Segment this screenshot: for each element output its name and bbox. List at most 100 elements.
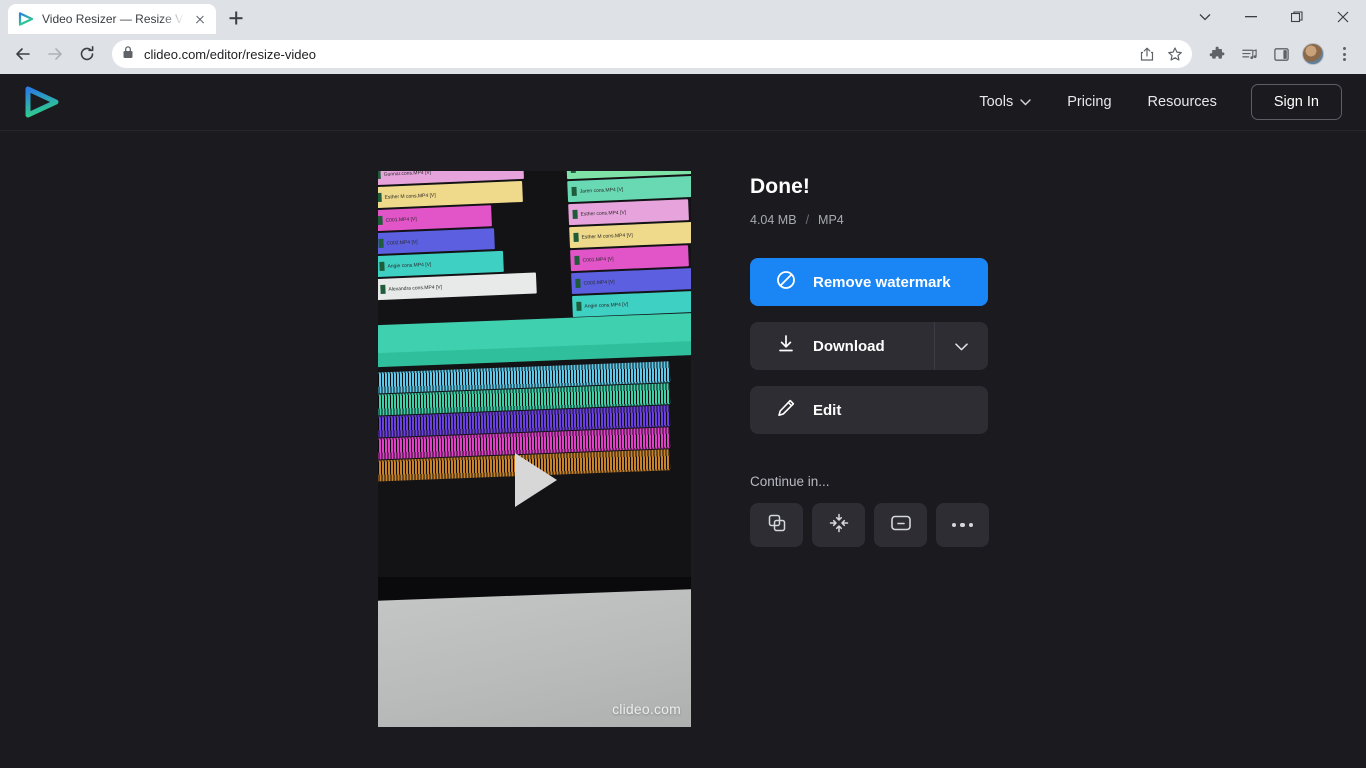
clip-label: Jaren cons.MP4 [V]	[579, 186, 624, 195]
browser-chrome: Video Resizer — Resize Video On...	[0, 0, 1366, 74]
main-nav: Tools Pricing Resources Sign In	[961, 84, 1342, 120]
video-frame-timeline: Gunnar.cons.MP4 [V] Esther M cons.MP4 [V]…	[378, 171, 691, 585]
watermark-label: clideo.com	[612, 701, 681, 717]
back-arrow-icon[interactable]	[8, 39, 38, 69]
clideo-play-icon	[18, 11, 34, 27]
edit-label: Edit	[813, 401, 842, 419]
minimize-button[interactable]	[1228, 0, 1274, 34]
page-body: Tools Pricing Resources Sign In Gunnar.c…	[0, 74, 1366, 768]
clip-marker-icon	[379, 261, 385, 271]
clip-label: Angie cons.MP4 [V]	[584, 301, 629, 310]
timeline-clip: Esther M cons.MP4 [V]	[378, 180, 523, 209]
clip-label: Esther M cons.MP4 [V]	[581, 232, 633, 241]
pencil-icon	[776, 398, 796, 422]
main-content: Gunnar.cons.MP4 [V] Esther M cons.MP4 [V]…	[0, 131, 1366, 727]
close-icon[interactable]	[192, 11, 208, 27]
more-dots-icon	[951, 522, 974, 528]
video-preview[interactable]: Gunnar.cons.MP4 [V] Esther M cons.MP4 [V]…	[378, 171, 691, 727]
clip-marker-icon	[576, 301, 582, 311]
file-size: 4.04 MB	[750, 213, 797, 227]
clip-label: Angie cons.MP4 [V]	[387, 261, 432, 270]
chevron-down-icon	[955, 338, 968, 355]
browser-toolbar: clideo.com/editor/resize-video	[0, 34, 1366, 74]
clip-marker-icon	[380, 284, 386, 294]
omnibox-actions	[1134, 40, 1188, 68]
clip-label: Esther cons.MP4 [V]	[580, 209, 627, 218]
timeline-clip: Jaren cons.MP4 [V]	[567, 175, 691, 203]
clip-label: C001.MP4 [V]	[582, 255, 614, 264]
timeline-clips-left: Gunnar.cons.MP4 [V] Esther M cons.MP4 [V]…	[378, 171, 537, 301]
file-meta: 4.04 MB / MP4	[750, 213, 1050, 227]
more-tools-button[interactable]	[936, 503, 989, 547]
video-frame-wall: clideo.com	[378, 577, 691, 727]
nav-item-resources[interactable]: Resources	[1130, 86, 1235, 118]
extension-icons	[1202, 39, 1358, 69]
kebab-menu-icon[interactable]	[1330, 39, 1358, 69]
play-icon[interactable]	[507, 449, 563, 511]
lock-icon	[122, 45, 134, 64]
url-text: clideo.com/editor/resize-video	[144, 46, 316, 62]
star-icon[interactable]	[1162, 41, 1188, 67]
reload-icon[interactable]	[72, 39, 102, 69]
clip-marker-icon	[378, 171, 381, 180]
timeline-clip: C002.MP4 [V]	[571, 268, 691, 295]
clip-marker-icon	[571, 186, 577, 197]
compress-video-button[interactable]	[812, 503, 865, 547]
download-button[interactable]: Download	[750, 322, 988, 370]
timeline-clip: Alexandra cons.MP4 [V]	[378, 272, 537, 301]
no-entry-icon	[776, 270, 796, 294]
tab-title: Video Resizer — Resize Video On...	[42, 12, 184, 26]
window-controls	[1182, 0, 1366, 34]
remove-watermark-button[interactable]: Remove watermark	[750, 258, 988, 306]
merge-video-button[interactable]	[750, 503, 803, 547]
clip-label: C002.MP4 [V]	[583, 278, 615, 287]
download-label: Download	[813, 337, 885, 355]
nav-item-pricing[interactable]: Pricing	[1049, 86, 1129, 118]
file-format: MP4	[818, 213, 844, 227]
clip-marker-icon	[378, 238, 384, 249]
timeline-clip: Esther cons.MP4 [V]	[568, 199, 689, 226]
maximize-button[interactable]	[1274, 0, 1320, 34]
tab-search-button[interactable]	[1182, 0, 1228, 34]
share-icon[interactable]	[1134, 41, 1160, 67]
sign-in-button[interactable]: Sign In	[1250, 84, 1342, 120]
timeline-clip: Angie cons.MP4 [V]	[378, 250, 504, 278]
compress-icon	[829, 513, 849, 538]
timeline-clip: C002.MP4 [V]	[378, 228, 495, 255]
chevron-down-icon	[1020, 94, 1031, 110]
clip-label: Alexandra cons.MP4 [V]	[388, 283, 443, 293]
media-list-icon[interactable]	[1234, 39, 1264, 69]
side-panel-icon[interactable]	[1266, 39, 1296, 69]
continue-tools	[750, 503, 1050, 547]
forward-arrow-icon[interactable]	[40, 39, 70, 69]
timeline-clip: Esther M cons.MP4 [V]	[569, 221, 691, 249]
nav-label: Tools	[979, 94, 1014, 110]
puzzle-icon[interactable]	[1202, 39, 1232, 69]
add-subtitles-button[interactable]	[874, 503, 927, 547]
tab-strip: Video Resizer — Resize Video On...	[0, 0, 1366, 34]
continue-in-label: Continue in...	[750, 474, 830, 489]
download-dropdown-button[interactable]	[934, 322, 988, 370]
timeline-clip: C001.MP4 [V]	[570, 245, 689, 272]
clip-marker-icon	[570, 171, 576, 174]
close-button[interactable]	[1320, 0, 1366, 34]
timeline-clip: C001.MP4 [V]	[378, 205, 492, 232]
site-header: Tools Pricing Resources Sign In	[0, 74, 1366, 131]
subtitle-box-icon	[890, 514, 912, 537]
clip-marker-icon	[573, 232, 579, 242]
avatar[interactable]	[1298, 39, 1328, 69]
clip-label: C001.MP4 [V]	[385, 215, 417, 224]
clip-label: Esther M cons.MP4 [V]	[384, 192, 436, 201]
remove-watermark-label: Remove watermark	[813, 273, 951, 291]
edit-button[interactable]: Edit	[750, 386, 988, 434]
clip-marker-icon	[575, 278, 581, 288]
new-tab-button[interactable]	[222, 4, 250, 32]
address-bar[interactable]: clideo.com/editor/resize-video	[112, 40, 1192, 68]
clip-label: C002.MP4 [V]	[386, 238, 418, 247]
browser-tab[interactable]: Video Resizer — Resize Video On...	[8, 4, 216, 34]
clideo-play-logo[interactable]	[22, 85, 62, 119]
nav-item-tools[interactable]: Tools	[961, 86, 1049, 118]
download-icon	[776, 334, 796, 358]
clip-marker-icon	[378, 192, 382, 203]
merge-layers-icon	[767, 513, 787, 538]
